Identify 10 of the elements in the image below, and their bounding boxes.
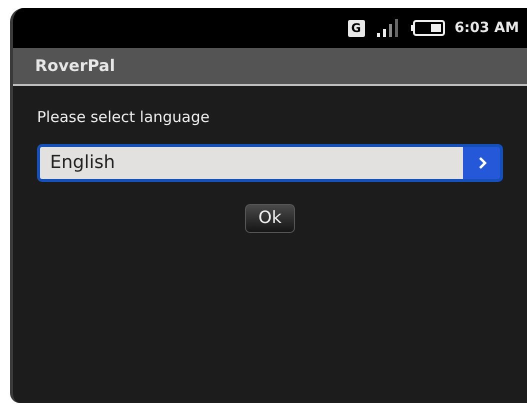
network-type-icon: G bbox=[348, 20, 365, 36]
language-spinner[interactable]: English bbox=[37, 144, 503, 182]
prompt-text: Please select language bbox=[37, 107, 211, 128]
ok-button[interactable]: Ok bbox=[245, 204, 295, 232]
clock-time: 6:03 AM bbox=[454, 18, 519, 38]
window-title: RoverPal bbox=[35, 55, 116, 77]
battery-icon bbox=[410, 20, 445, 36]
spinner-value: English bbox=[40, 146, 463, 178]
chevron-right-icon bbox=[476, 156, 486, 168]
signal-icon bbox=[374, 18, 401, 38]
